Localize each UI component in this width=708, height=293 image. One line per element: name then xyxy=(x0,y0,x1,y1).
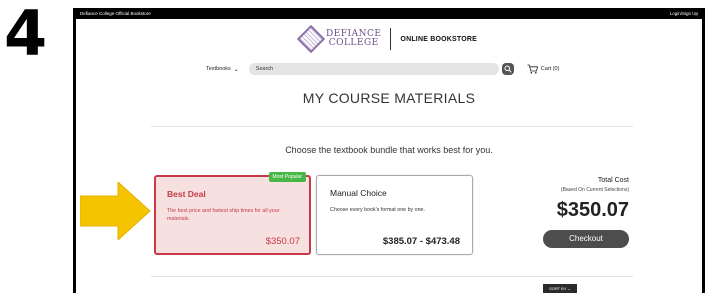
topbar: Defiance College Official Bookstore Logi… xyxy=(76,8,702,19)
bundle-price: $350.07 xyxy=(265,236,300,247)
bundle-price: $385.07 - $473.48 xyxy=(382,236,460,247)
divider-top xyxy=(151,126,633,127)
search-input[interactable]: Search xyxy=(248,63,499,75)
brand-header: DEFIANCE COLLEGE ONLINE BOOKSTORE xyxy=(76,24,702,54)
bundle-description: The best price and fastest ship times fo… xyxy=(167,208,280,222)
college-logo-text[interactable]: DEFIANCE COLLEGE xyxy=(326,30,381,48)
online-bookstore-label: ONLINE BOOKSTORE xyxy=(400,35,477,43)
search-button[interactable] xyxy=(501,63,514,75)
college-logo-icon xyxy=(296,24,326,54)
divider-bottom xyxy=(151,276,633,277)
most-popular-badge: Most Popular xyxy=(268,172,306,182)
bundle-description: Choose every book's format one by one. xyxy=(330,207,425,213)
total-cost-label: Total Cost xyxy=(597,177,629,184)
bundle-card-best-deal[interactable]: Most Popular Best Deal The best price an… xyxy=(154,172,311,255)
cart-label: Cart (0) xyxy=(540,66,560,72)
sort-by-button[interactable]: SORT BY ⌄ xyxy=(543,284,577,293)
bundle-card-manual-choice[interactable]: Manual Choice Choose every book's format… xyxy=(316,175,473,255)
cart-icon xyxy=(527,64,538,74)
browser-screen: Defiance College Official Bookstore Logi… xyxy=(73,8,705,293)
chevron-down-icon: ⌄ xyxy=(567,286,571,291)
chevron-down-icon: ⌄ xyxy=(233,66,239,73)
search-icon xyxy=(504,65,512,73)
sort-by-label: SORT BY xyxy=(549,286,567,291)
store-official-name[interactable]: Defiance College Official Bookstore xyxy=(80,8,151,19)
nav-search-row: Textbooks ⌄ Search Cart (0) xyxy=(206,63,559,75)
textbooks-menu-label: Textbooks xyxy=(206,66,231,72)
total-cost-sublabel: (Based On Current Selections) xyxy=(560,187,629,193)
textbooks-menu[interactable]: Textbooks ⌄ xyxy=(206,66,239,73)
arrow-right-icon xyxy=(80,182,151,240)
cart-link[interactable]: Cart (0) xyxy=(527,64,560,74)
bundle-title: Manual Choice xyxy=(330,188,387,198)
total-cost-value: $350.07 xyxy=(556,199,629,221)
bundle-prompt: Choose the textbook bundle that works be… xyxy=(285,145,493,155)
step-number: 4 xyxy=(4,0,48,70)
brand-divider xyxy=(390,28,392,50)
login-signup-link[interactable]: Login/Sign Up xyxy=(670,8,698,19)
page-title: MY COURSE MATERIALS xyxy=(302,90,476,106)
logo-line-2: COLLEGE xyxy=(328,38,379,48)
checkout-button[interactable]: Checkout xyxy=(543,230,629,248)
bundle-title: Best Deal xyxy=(167,189,206,199)
